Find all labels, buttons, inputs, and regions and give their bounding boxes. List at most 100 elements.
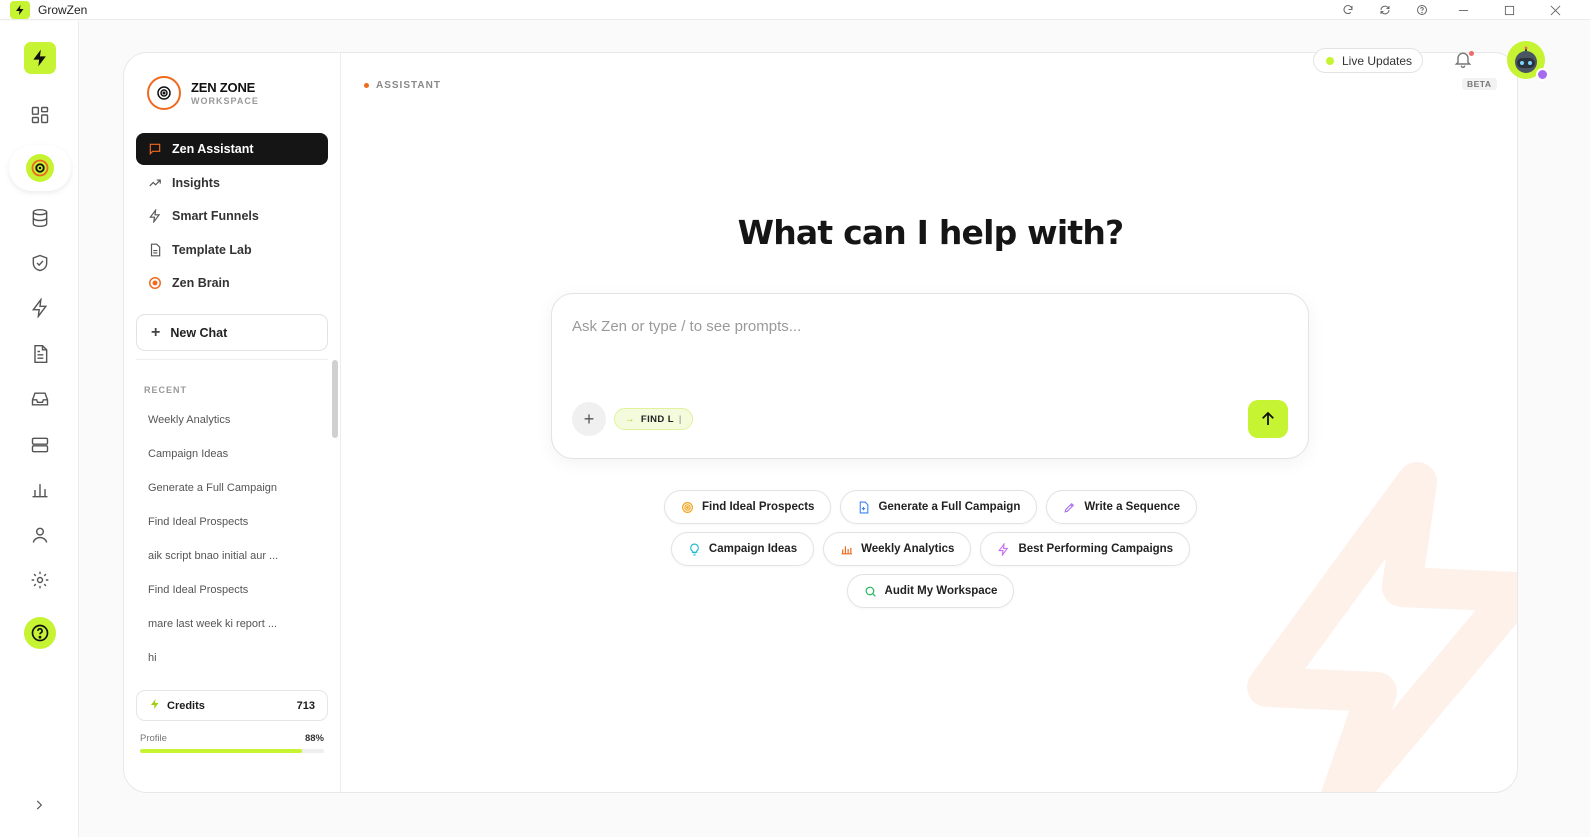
live-updates-label: Live Updates: [1342, 53, 1413, 68]
profile-progress-fill: [140, 749, 302, 753]
workspace-logo-icon: [147, 76, 181, 110]
new-chat-button[interactable]: + New Chat: [136, 314, 328, 351]
bolt-icon: [149, 209, 161, 223]
chevron-right-icon[interactable]: [28, 794, 50, 816]
divider: [136, 359, 328, 360]
help-icon[interactable]: [1403, 0, 1440, 20]
suggestion-weekly-analytics[interactable]: Weekly Analytics: [823, 532, 972, 566]
profile-percent: 88%: [304, 733, 324, 744]
arrow-right-icon: →: [625, 413, 635, 425]
suggestion-campaign-ideas[interactable]: Campaign Ideas: [670, 532, 815, 566]
suggestion-generate-full-campaign[interactable]: Generate a Full Campaign: [840, 490, 1038, 524]
recent-item[interactable]: mare last week ki report ...: [148, 613, 318, 647]
notification-badge: [1469, 51, 1474, 56]
target-icon: [682, 501, 693, 513]
nav-item-zen-brain[interactable]: Zen Brain: [136, 267, 328, 299]
close-icon[interactable]: [1532, 0, 1578, 20]
target-icon[interactable]: [9, 145, 71, 191]
status-dot: [364, 83, 369, 88]
workspace-nav: Zen Assistant Insights Smart Funnels Tem…: [136, 133, 328, 301]
nav-item-template-lab[interactable]: Template Lab: [136, 234, 328, 266]
sync-icon[interactable]: [1366, 0, 1403, 20]
nav-item-label: Smart Funnels: [172, 209, 259, 223]
lightbulb-icon: [690, 543, 699, 555]
status-badge: [1536, 68, 1549, 81]
bolt-icon: [149, 698, 161, 713]
bar-chart-icon[interactable]: [20, 470, 60, 510]
refresh-icon[interactable]: [1329, 0, 1366, 20]
recent-item[interactable]: Weekly Analytics: [148, 409, 318, 443]
document-plus-icon: [860, 501, 869, 513]
recent-item[interactable]: hi: [148, 647, 318, 681]
workspace-name: ZEN ZONE: [191, 80, 256, 95]
bolt-icon[interactable]: [20, 288, 60, 328]
bell-icon[interactable]: [1453, 49, 1477, 73]
live-updates-button[interactable]: Live Updates: [1313, 48, 1423, 73]
suggestion-find-ideal-prospects[interactable]: Find Ideal Prospects: [663, 490, 832, 524]
credits-label: Credits: [167, 699, 205, 712]
recent-item[interactable]: Campaign Ideas: [148, 443, 318, 477]
recent-item[interactable]: Generate a Full Campaign: [148, 477, 318, 511]
recent-scrollbar[interactable]: [332, 360, 338, 438]
dashboard-icon[interactable]: [20, 95, 60, 135]
breadcrumb-label: ASSISTANT: [376, 80, 441, 91]
pen-icon: [1064, 502, 1075, 513]
page-title: What can I help with?: [737, 213, 1125, 252]
recent-item[interactable]: aik script bnao initial aur ...: [148, 545, 318, 579]
maximize-icon[interactable]: [1486, 0, 1532, 20]
plus-icon: +: [583, 408, 595, 429]
prompt-input[interactable]: [572, 318, 1272, 335]
trend-icon: [149, 179, 161, 186]
app-logo-icon: [10, 0, 30, 19]
main-card: ZEN ZONE WORKSPACE Zen Assistant Insight…: [123, 52, 1518, 793]
document-icon[interactable]: [20, 334, 60, 374]
minimize-icon[interactable]: [1440, 0, 1486, 20]
profile-row: Profile 88%: [140, 733, 324, 744]
arrow-up-icon: [1262, 411, 1274, 425]
suggestion-label: Write a Sequence: [1084, 501, 1180, 513]
nav-item-insights[interactable]: Insights: [136, 167, 328, 199]
bolt-logo-icon[interactable]: [24, 42, 56, 74]
workspace-panel: ZEN ZONE WORKSPACE Zen Assistant Insight…: [124, 53, 341, 792]
suggestion-label: Best Performing Campaigns: [1018, 543, 1174, 555]
shield-icon[interactable]: [20, 243, 60, 283]
nav-item-label: Zen Brain: [172, 276, 230, 290]
inbox-icon[interactable]: [20, 379, 60, 419]
suggestion-audit-workspace[interactable]: Audit My Workspace: [846, 574, 1015, 608]
suggestion-write-sequence[interactable]: Write a Sequence: [1046, 490, 1197, 524]
gear-icon[interactable]: [20, 560, 60, 600]
server-icon[interactable]: [20, 425, 60, 465]
nav-item-smart-funnels[interactable]: Smart Funnels: [136, 200, 328, 232]
bar-chart-icon: [841, 545, 853, 554]
title-bar: GrowZen: [0, 0, 1590, 20]
attach-button[interactable]: +: [572, 402, 606, 436]
profile-progress-bar: [140, 749, 324, 753]
recent-heading: RECENT: [144, 385, 188, 395]
suggestion-label: Weekly Analytics: [861, 543, 955, 555]
icon-rail: [0, 21, 79, 837]
suggestion-chips: Find Ideal Prospects Generate a Full Cam…: [342, 490, 1517, 616]
suggestion-label: Generate a Full Campaign: [878, 501, 1021, 513]
recent-list: Weekly Analytics Campaign Ideas Generate…: [148, 409, 318, 681]
suggestion-label: Campaign Ideas: [708, 543, 798, 555]
workspace-header: ZEN ZONE WORKSPACE: [147, 76, 259, 110]
suggestion-label: Find Ideal Prospects: [701, 501, 815, 513]
help-icon[interactable]: [24, 617, 56, 649]
database-icon[interactable]: [20, 198, 60, 238]
target-icon: [149, 277, 161, 289]
text-caret: |: [678, 413, 682, 425]
document-icon: [150, 243, 161, 256]
profile-label: Profile: [140, 733, 167, 744]
bolt-icon: [998, 542, 1009, 556]
nav-item-zen-assistant[interactable]: Zen Assistant: [136, 133, 328, 165]
send-button[interactable]: [1248, 400, 1288, 438]
prompt-tag-chip[interactable]: → FIND L |: [614, 408, 693, 430]
credits-box[interactable]: Credits 713: [136, 690, 328, 721]
new-chat-label: New Chat: [170, 325, 228, 340]
nav-item-label: Zen Assistant: [172, 142, 254, 156]
user-icon[interactable]: [20, 515, 60, 555]
plus-icon: +: [151, 323, 161, 341]
recent-item[interactable]: Find Ideal Prospects: [148, 511, 318, 545]
recent-item[interactable]: Find Ideal Prospects: [148, 579, 318, 613]
suggestion-best-performing-campaigns[interactable]: Best Performing Campaigns: [980, 532, 1191, 566]
